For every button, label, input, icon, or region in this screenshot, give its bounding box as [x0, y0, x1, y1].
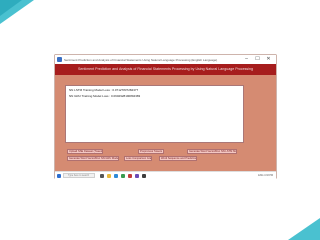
file-explorer-icon[interactable] [107, 173, 111, 178]
app-taskbar-icon[interactable] [128, 173, 132, 178]
chrome-icon[interactable] [121, 173, 125, 178]
minimize-button[interactable]: – [241, 55, 252, 64]
app-taskbar-icon[interactable] [135, 173, 139, 178]
corner-accent-decoration [0, 0, 34, 24]
edge-browser-icon[interactable] [114, 173, 118, 178]
output-text-area[interactable]: NN LSTM Training Model Loss : 0.07127837… [65, 85, 244, 143]
loss-graph-button[interactable]: Loss Comparison Graph [124, 156, 152, 161]
search-placeholder: Type here to search [68, 174, 90, 177]
upload-dataset-button[interactable]: Upload NSE Dataset (Tweets) [67, 149, 103, 154]
taskbar: Type here to search ENG 4:33 PM [55, 171, 276, 179]
close-button[interactable]: ✕ [263, 55, 274, 64]
window-title: Sentiment Prediction and Analysis of Fin… [64, 58, 218, 62]
taskbar-search-input[interactable]: Type here to search [63, 173, 95, 178]
start-icon[interactable] [57, 173, 61, 178]
corner-accent-decoration [288, 218, 320, 240]
output-line: NN LSTM Training Model Loss : 0.07127837… [69, 88, 139, 92]
cmd-icon[interactable] [142, 173, 146, 178]
task-view-icon[interactable] [100, 173, 104, 178]
run-gru-button[interactable]: Generate Word Vector/Run NN GRU Model [67, 156, 119, 161]
app-header-banner: Sentiment Prediction and Analysis of Fin… [55, 64, 276, 75]
word-prediction-button[interactable]: Word Sequence and Prediction [159, 156, 197, 161]
run-lstm-button[interactable]: Generate Word Vector/Run NN LSTM Model [187, 149, 237, 154]
header-title: Sentiment Prediction and Analysis of Fin… [78, 67, 253, 71]
output-line: NN GRU Training Model Loss : 0.090292819… [69, 94, 141, 98]
maximize-button[interactable]: ☐ [252, 55, 263, 64]
system-tray-clock[interactable]: ENG 4:33 PM [258, 172, 273, 179]
app-icon [57, 57, 62, 62]
app-window: Sentiment Prediction and Analysis of Fin… [55, 55, 276, 178]
preprocess-tweets-button[interactable]: Preprocess Tweets [138, 149, 164, 154]
